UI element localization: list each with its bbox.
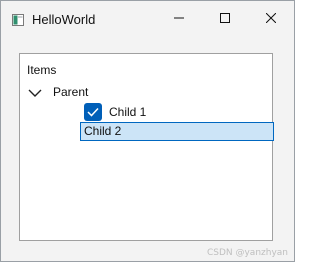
- minimize-icon: [174, 10, 184, 28]
- client-area: Items Parent Child 1 Child 2: [1, 37, 294, 261]
- maximize-button[interactable]: [202, 1, 248, 37]
- tree-header: Items: [27, 63, 57, 77]
- tree-item-child-1[interactable]: Child 1: [20, 102, 272, 122]
- watermark-text: CSDN @yanzhyan: [206, 248, 288, 258]
- maximize-icon: [220, 10, 230, 28]
- tree-widget[interactable]: Items Parent Child 1 Child 2: [19, 53, 274, 241]
- close-button[interactable]: [248, 1, 294, 37]
- tree-item-label: Child 1: [109, 105, 147, 119]
- close-icon: [265, 10, 277, 28]
- tree-item-edit-field[interactable]: Child 2: [80, 122, 274, 141]
- title-bar[interactable]: HelloWorld: [1, 1, 294, 37]
- child-1-checkbox[interactable]: [84, 103, 102, 121]
- tree-item-parent[interactable]: Parent: [20, 82, 272, 102]
- window-title: HelloWorld: [32, 12, 96, 27]
- checkmark-icon: [87, 107, 99, 117]
- app-window-icon: [12, 13, 24, 26]
- tree-item-label: Parent: [53, 85, 89, 99]
- main-window: HelloWorld Items Parent Child 1 Child 2 …: [0, 0, 295, 262]
- chevron-down-icon[interactable]: [28, 86, 42, 98]
- minimize-button[interactable]: [156, 1, 202, 37]
- tree-item-child-2[interactable]: Child 2: [20, 122, 274, 142]
